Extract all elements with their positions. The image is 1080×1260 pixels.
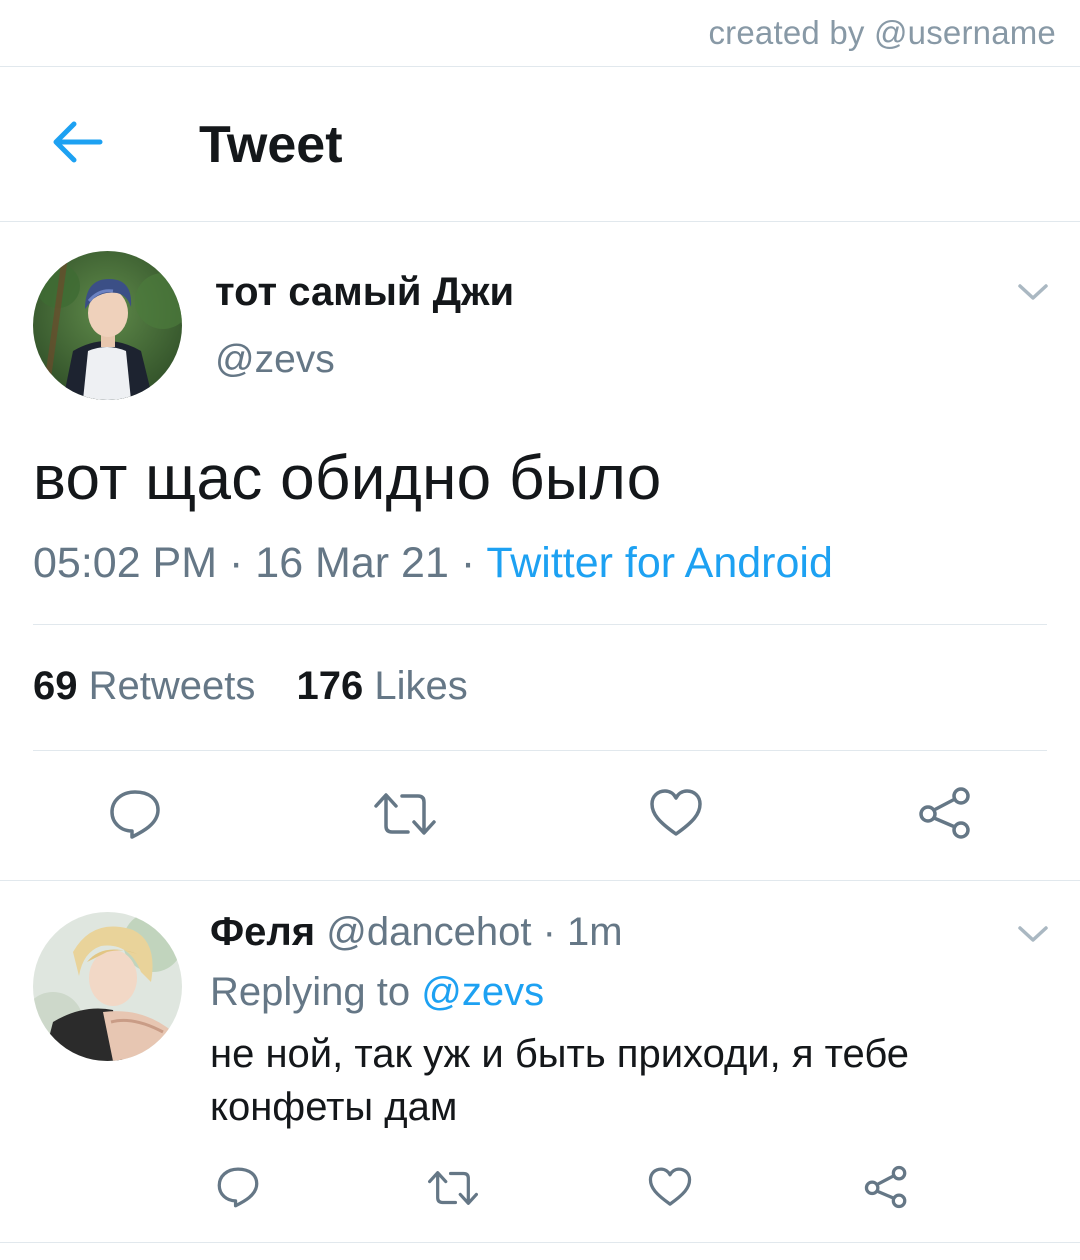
tweet-date: 16 Mar 21 [255,539,449,587]
section-divider [0,880,1080,881]
divider [33,750,1047,751]
like-icon[interactable] [649,788,703,838]
author-avatar[interactable] [33,251,182,400]
retweets-stat[interactable]: 69 Retweets [33,664,255,709]
tweet-time: 05:02 PM [33,539,218,587]
retweet-icon[interactable] [428,1168,478,1208]
watermark-bar: created by @username [0,0,1080,67]
reply-author-name[interactable]: Феля [210,910,315,954]
author-display-name[interactable]: тот самый Джи [215,270,514,315]
separator: · [448,539,487,587]
section-divider [0,1242,1080,1243]
likes-stat[interactable]: 176 Likes [297,664,468,709]
arrow-left-icon[interactable] [50,119,104,165]
tweet-text: вот щас обидно было [33,444,662,513]
top-app-bar: Tweet [0,67,1080,222]
divider [33,624,1047,625]
tweet-stats: 69 Retweets 176 Likes [33,664,498,709]
reply-icon[interactable] [216,1165,260,1209]
tweet-source-link[interactable]: Twitter for Android [486,539,833,587]
retweets-count: 69 [33,664,78,708]
page-title: Tweet [199,116,343,174]
replying-to: Replying to @zevs [210,970,544,1015]
share-icon[interactable] [864,1164,908,1210]
reply-author-handle[interactable]: @dancehot [326,910,531,954]
tweet-metadata: 05:02 PM · 16 Mar 21 · Twitter for Andro… [33,539,833,588]
likes-count: 176 [296,664,364,708]
chevron-down-icon[interactable] [1017,282,1049,302]
retweet-icon[interactable] [374,790,436,838]
share-icon[interactable] [918,786,972,840]
separator: · [531,910,568,954]
chevron-down-icon[interactable] [1017,924,1049,944]
author-handle[interactable]: @zevs [215,338,335,382]
reply-author-avatar[interactable] [33,912,182,1061]
reply-icon[interactable] [108,788,162,840]
replying-prefix: Replying to [210,970,411,1014]
replying-to-link[interactable]: @zevs [421,970,544,1014]
reply-text: не ной, так уж и быть приходи, я тебе ко… [210,1032,910,1129]
likes-label: Likes [374,664,468,708]
retweets-label: Retweets [88,664,256,708]
like-icon[interactable] [648,1166,692,1208]
reply-time: 1m [567,910,623,954]
separator: · [217,539,256,587]
reply-header: Феля @dancehot · 1m [210,910,623,955]
watermark-text: created by @username [708,14,1056,51]
